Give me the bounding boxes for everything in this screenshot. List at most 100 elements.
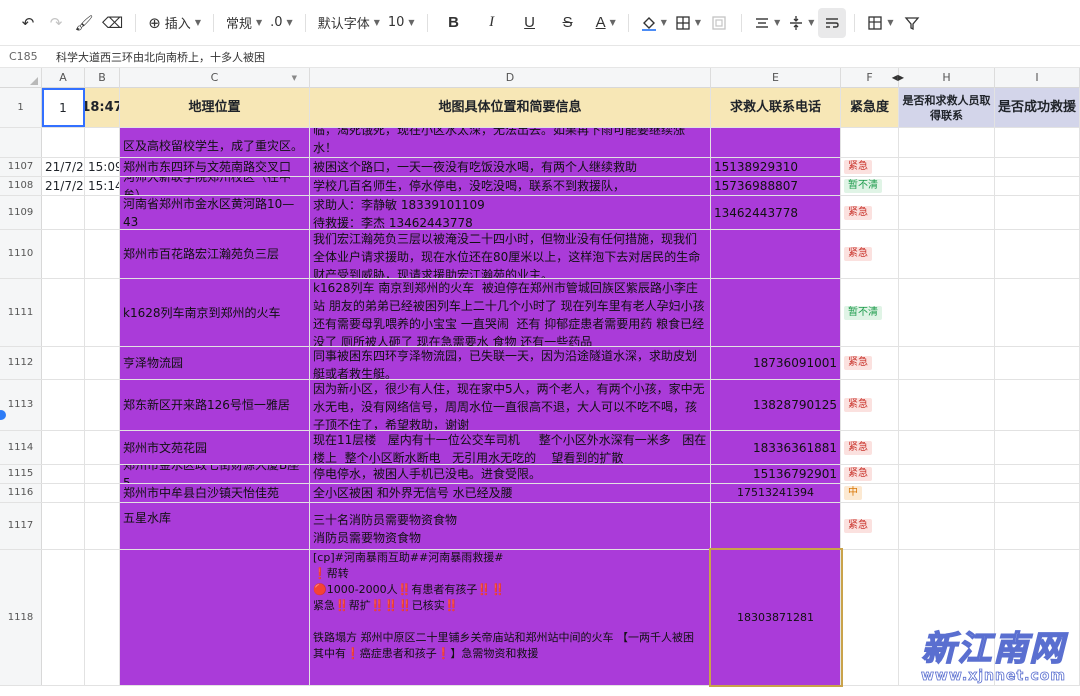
- contacted-cell[interactable]: [899, 465, 995, 483]
- urgency-cell[interactable]: 暂不清: [841, 177, 899, 195]
- contacted-cell[interactable]: [899, 431, 995, 464]
- underline-button[interactable]: U: [516, 8, 544, 38]
- cell-b1-time[interactable]: 18:47: [85, 88, 120, 127]
- time-cell[interactable]: [85, 128, 120, 157]
- decimal-dropdown[interactable]: .0 ▼: [266, 8, 297, 38]
- column-header-e[interactable]: E: [711, 68, 841, 88]
- select-all-corner[interactable]: [0, 68, 42, 88]
- rescued-cell[interactable]: [995, 196, 1080, 229]
- cell-reference[interactable]: C185: [0, 50, 42, 63]
- urgency-cell[interactable]: 紧急: [841, 431, 899, 464]
- urgency-cell[interactable]: 紧急: [841, 465, 899, 483]
- contacted-cell[interactable]: [899, 128, 995, 157]
- details-cell[interactable]: k1628列车 南京到郑州的火车 被迫停在郑州市管城回族区紫辰路小李庄站 朋友的…: [310, 279, 711, 346]
- formula-input[interactable]: 科学大道西三环由北向南桥上，十多人被困: [42, 49, 265, 65]
- details-cell[interactable]: 态，我手机剩20电量，即将没电，如果再不过来救援，高层人可能要面临，渴死饿死，现…: [310, 128, 711, 157]
- column-header-f[interactable]: F ◀▶: [841, 68, 904, 88]
- row-number[interactable]: 1: [0, 88, 42, 127]
- contacted-cell[interactable]: [899, 196, 995, 229]
- header-contacted[interactable]: 是否和求救人员取得联系: [899, 88, 995, 127]
- phone-cell[interactable]: 18303871281: [709, 548, 843, 687]
- header-details[interactable]: 地图具体位置和简要信息: [310, 88, 711, 127]
- font-size-dropdown[interactable]: 10 ▼: [384, 8, 419, 38]
- location-cell[interactable]: 郑州市中牟县白沙镇天怡佳苑: [120, 484, 310, 502]
- time-cell[interactable]: [85, 196, 120, 229]
- row-number[interactable]: 1118: [0, 550, 42, 685]
- rescued-cell[interactable]: [995, 380, 1080, 430]
- fill-color-button[interactable]: ▼: [637, 8, 671, 38]
- date-cell[interactable]: [42, 465, 85, 483]
- urgency-cell[interactable]: [841, 550, 899, 685]
- details-cell[interactable]: 求助人：李静敏 18339101109 待救援：李杰 13462443778: [310, 196, 711, 229]
- date-cell[interactable]: 21/7/21: [42, 158, 85, 176]
- chevron-down-icon[interactable]: ▼: [292, 68, 297, 88]
- contacted-cell[interactable]: [899, 158, 995, 176]
- format-painter-icon[interactable]: 🖌: [70, 8, 98, 38]
- header-location[interactable]: 地理位置: [120, 88, 310, 127]
- phone-cell[interactable]: 15138929310: [711, 158, 841, 176]
- contacted-cell[interactable]: [899, 484, 995, 502]
- filter-button[interactable]: [898, 8, 926, 38]
- location-cell[interactable]: 五星水库: [120, 503, 310, 549]
- urgency-cell[interactable]: 紧急: [841, 503, 899, 549]
- location-cell[interactable]: 亨泽物流园: [120, 347, 310, 379]
- date-cell[interactable]: [42, 503, 85, 549]
- header-urgency[interactable]: 紧急度: [841, 88, 899, 127]
- header-rescued[interactable]: 是否成功救援: [995, 88, 1080, 127]
- clear-format-icon[interactable]: ⌫: [98, 8, 127, 38]
- conditional-format-button[interactable]: ▼: [863, 8, 897, 38]
- details-cell[interactable]: 停电停水，被困人手机已没电。进食受限。: [310, 465, 711, 483]
- row-number[interactable]: 1116: [0, 484, 42, 502]
- location-cell[interactable]: 郑州市文苑花园: [120, 431, 310, 464]
- location-cell[interactable]: 河南省郑州市金水区黄河路10—43: [120, 196, 310, 229]
- time-cell[interactable]: [85, 484, 120, 502]
- time-cell[interactable]: [85, 279, 120, 346]
- time-cell[interactable]: [85, 503, 120, 549]
- column-header-d[interactable]: D: [310, 68, 711, 88]
- time-cell[interactable]: 15:09: [85, 158, 120, 176]
- date-cell[interactable]: [42, 128, 85, 157]
- phone-cell[interactable]: [711, 503, 841, 549]
- date-cell[interactable]: [42, 347, 85, 379]
- header-phone[interactable]: 求救人联系电话: [711, 88, 841, 127]
- contacted-cell[interactable]: [899, 347, 995, 379]
- font-family-dropdown[interactable]: 默认字体 ▼: [314, 8, 384, 38]
- phone-cell[interactable]: 15736988807: [711, 177, 841, 195]
- time-cell[interactable]: [85, 431, 120, 464]
- urgency-cell[interactable]: 紧急: [841, 196, 899, 229]
- number-format-dropdown[interactable]: 常规 ▼: [222, 8, 266, 38]
- rescued-cell[interactable]: [995, 128, 1080, 157]
- rescued-cell[interactable]: [995, 158, 1080, 176]
- row-number[interactable]: 1108: [0, 177, 42, 195]
- date-cell[interactable]: [42, 230, 85, 278]
- date-cell[interactable]: [42, 550, 85, 685]
- row-number[interactable]: 1115: [0, 465, 42, 483]
- date-cell[interactable]: 21/7/21: [42, 177, 85, 195]
- phone-cell[interactable]: 18736091001: [711, 347, 841, 379]
- row-number[interactable]: 1110: [0, 230, 42, 278]
- bold-button[interactable]: B: [440, 8, 468, 38]
- details-cell[interactable]: 学校几百名师生，停水停电，没吃没喝，联系不到救援队，: [310, 177, 711, 195]
- contacted-cell[interactable]: [899, 279, 995, 346]
- location-cell[interactable]: 郑州市东四环与文苑南路交叉口: [120, 158, 310, 176]
- time-cell[interactable]: [85, 465, 120, 483]
- insert-button[interactable]: ⊕ 插入 ▼: [144, 8, 205, 38]
- italic-button[interactable]: I: [478, 8, 506, 38]
- details-cell[interactable]: 同事被困东四环亨泽物流园，已失联一天，因为沿途隧道水深，求助皮划艇或者救生艇。: [310, 347, 711, 379]
- font-color-button[interactable]: A ▼: [592, 8, 620, 38]
- time-cell[interactable]: [85, 230, 120, 278]
- rescued-cell[interactable]: [995, 503, 1080, 549]
- details-cell[interactable]: [cp]#河南暴雨互助##河南暴雨救援# ❗帮转 🔴1000-2000人‼️有患…: [310, 550, 711, 685]
- row-number[interactable]: 1114: [0, 431, 42, 464]
- vertical-align-button[interactable]: ▼: [784, 8, 818, 38]
- phone-cell[interactable]: 17513241394: [711, 484, 841, 502]
- phone-cell[interactable]: [711, 128, 841, 157]
- phone-cell[interactable]: 13462443778: [711, 196, 841, 229]
- time-cell[interactable]: [85, 380, 120, 430]
- row-number[interactable]: 1107: [0, 158, 42, 176]
- location-cell[interactable]: 郑东新区开来路126号恒一雅居: [120, 380, 310, 430]
- urgency-cell[interactable]: [841, 128, 899, 157]
- location-cell[interactable]: 河师大新联学院郑州校区（在中牟）: [120, 177, 310, 195]
- location-cell[interactable]: 郑州市百花路宏江瀚苑负三层: [120, 230, 310, 278]
- details-cell[interactable]: 被困这个路口，一天一夜没有吃饭没水喝，有两个人继续救助: [310, 158, 711, 176]
